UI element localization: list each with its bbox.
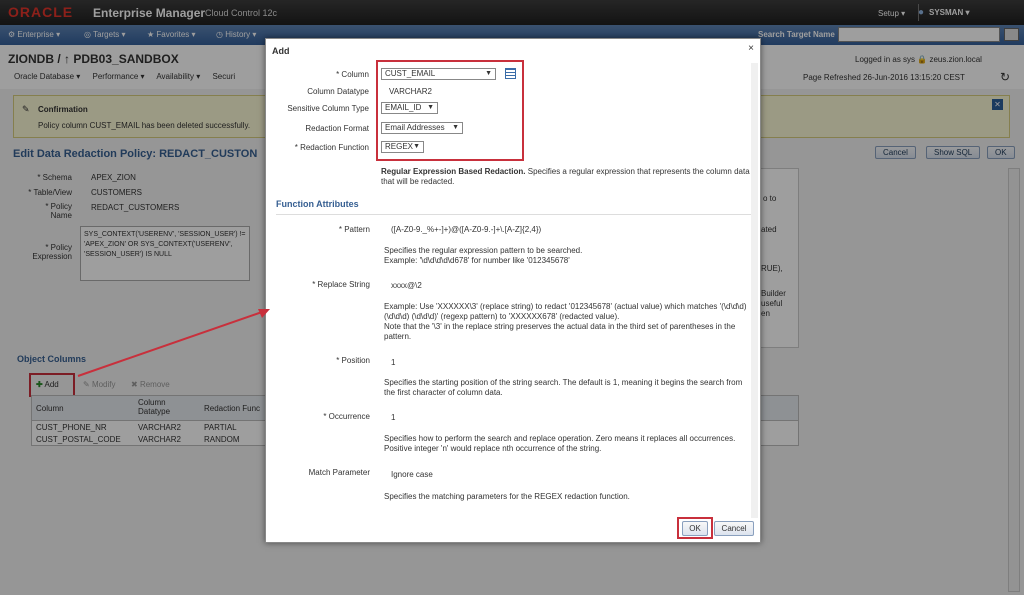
occurrence-input[interactable]: 1 — [391, 413, 395, 422]
match-label: Match Parameter — [308, 468, 370, 477]
pattern-input[interactable]: ([A-Z0-9._%+-]+)@([A-Z0-9.-]+\.[A-Z]{2,4… — [391, 225, 541, 234]
replace-label: * Replace String — [312, 280, 370, 289]
dialog-ok-button[interactable]: OK — [682, 521, 708, 536]
pattern-help: Specifies the regular expression pattern… — [384, 246, 583, 265]
dialog-scrollbar[interactable] — [751, 63, 758, 518]
match-input[interactable]: Ignore case — [391, 470, 433, 479]
replace-input[interactable]: xxxx@\2 — [391, 281, 422, 290]
dialog-title: Add — [272, 46, 290, 56]
pattern-label: * Pattern — [338, 225, 370, 234]
add-column-dialog: Add × * Column CUST_EMAIL ▼ Column Dataty… — [265, 38, 761, 543]
occurrence-label: * Occurrence — [323, 412, 370, 421]
sensitive-type-label: Sensitive Column Type — [287, 104, 369, 113]
divider — [276, 214, 754, 215]
column-label: * Column — [336, 70, 369, 79]
position-input[interactable]: 1 — [391, 358, 395, 367]
function-label: * Redaction Function — [294, 143, 369, 152]
match-help: Specifies the matching parameters for th… — [384, 492, 630, 501]
datatype-label: Column Datatype — [307, 87, 369, 96]
highlight-fields — [376, 60, 524, 161]
replace-help: Example: Use 'XXXXXX\3' (replace string)… — [384, 302, 747, 341]
dialog-cancel-button[interactable]: Cancel — [714, 521, 754, 536]
position-help: Specifies the starting position of the s… — [384, 378, 743, 397]
position-label: * Position — [336, 356, 370, 365]
function-description: Regular Expression Based Redaction. Spec… — [381, 167, 750, 186]
function-attributes-title: Function Attributes — [276, 199, 359, 209]
close-icon[interactable]: × — [748, 43, 754, 54]
occurrence-help: Specifies how to perform the search and … — [384, 434, 736, 453]
format-label: Redaction Format — [305, 124, 369, 133]
